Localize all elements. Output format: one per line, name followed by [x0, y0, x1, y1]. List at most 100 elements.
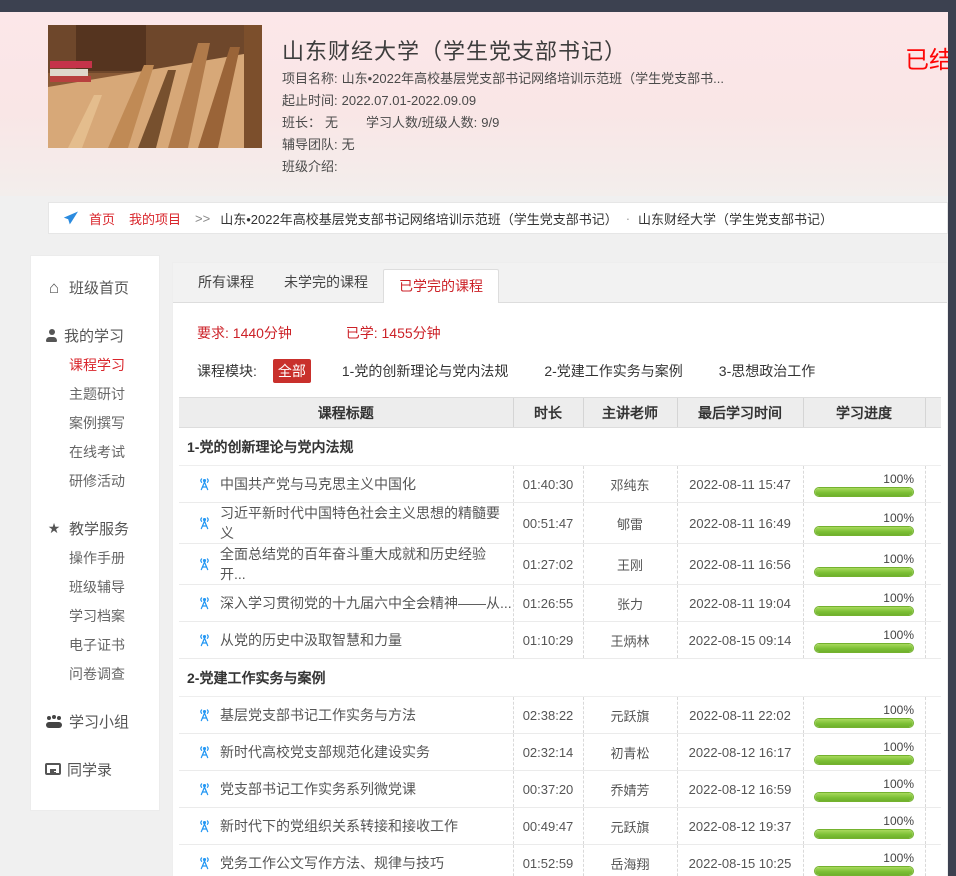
- course-tab[interactable]: 已学完的课程: [383, 269, 499, 303]
- info-value: 山东•2022年高校基层党支部书记网络培训示范班（学生党支部书...: [342, 71, 724, 86]
- course-teacher: 元跃旗: [610, 709, 649, 724]
- course-duration: 01:40:30: [523, 477, 574, 492]
- broadcast-tower-icon: [197, 744, 212, 760]
- sidebar-item[interactable]: 操作手册: [31, 543, 159, 572]
- last-study-time: 2022-08-11 16:56: [689, 557, 791, 572]
- sidebar-item[interactable]: 问卷调查: [31, 659, 159, 688]
- course-row: 新时代下的党组织关系转接和接收工作 00:49:47 元跃旗 2022-08-1…: [179, 808, 941, 845]
- progress-bar: [814, 829, 914, 839]
- course-duration: 00:37:20: [523, 782, 574, 797]
- module-option[interactable]: 2-党建工作实务与案例: [539, 359, 687, 383]
- course-title-link[interactable]: 新时代下的党组织关系转接和接收工作: [220, 816, 458, 836]
- progress-bar: [814, 526, 914, 536]
- progress-cell: 100%: [814, 628, 914, 653]
- course-title-link[interactable]: 习近平新时代中国特色社会主义思想的精髓要义: [220, 503, 513, 543]
- course-teacher: 岳海翔: [610, 857, 649, 872]
- sidebar-item[interactable]: 研修活动: [31, 466, 159, 495]
- course-duration: 00:51:47: [523, 516, 574, 531]
- progress-cell: 100%: [814, 511, 914, 536]
- sidebar-item-label: 教学服务: [69, 518, 129, 539]
- tab-label: 未学完的课程: [284, 274, 368, 290]
- window-top-bar: [0, 0, 956, 12]
- info-label: 项目名称:: [282, 71, 338, 86]
- sidebar-item[interactable]: 案例撰写: [31, 408, 159, 437]
- info-extra-label: 学习人数/班级人数:: [366, 115, 477, 130]
- course-duration: 02:32:14: [523, 745, 574, 760]
- broadcast-tower-icon: [197, 632, 212, 648]
- progress-cell: 100%: [814, 851, 914, 876]
- main-content-panel: 所有课程 未学完的课程 已学完的课程 要求: 1440分钟 已学: 1455分钟…: [172, 262, 948, 876]
- sidebar-item[interactable]: 学习档案: [31, 601, 159, 630]
- sidebar-item[interactable]: 教学服务: [31, 513, 159, 543]
- sidebar-item[interactable]: 课程学习: [31, 350, 159, 379]
- class-header: 山东财经大学（学生党支部书记） 项目名称: 山东•2022年高校基层党支部书记网络…: [0, 12, 956, 196]
- last-study-time: 2022-08-11 15:47: [689, 477, 791, 492]
- group-icon: [45, 715, 63, 728]
- course-teacher: 王炳林: [610, 634, 649, 649]
- module-section-row: 2-党建工作实务与案例: [179, 659, 941, 697]
- progress-percent-label: 100%: [814, 740, 914, 754]
- required-minutes-label: 要求:: [197, 325, 229, 341]
- progress-bar-fill: [815, 644, 913, 652]
- sidebar-item[interactable]: 电子证书: [31, 630, 159, 659]
- course-title-link[interactable]: 全面总结党的百年奋斗重大成就和历史经验 开...: [220, 544, 513, 584]
- course-title-link[interactable]: 基层党支部书记工作实务与方法: [220, 705, 416, 725]
- progress-percent-label: 100%: [814, 851, 914, 865]
- progress-percent-label: 100%: [814, 591, 914, 605]
- tab-label: 已学完的课程: [399, 278, 483, 294]
- user-icon: [45, 329, 58, 342]
- sidebar-item[interactable]: 同学录: [31, 754, 159, 784]
- last-study-time: 2022-08-12 16:17: [689, 745, 792, 760]
- sidebar-item[interactable]: 我的学习: [31, 320, 159, 350]
- last-study-time: 2022-08-12 16:59: [689, 782, 792, 797]
- app-window: 山东财经大学（学生党支部书记） 项目名称: 山东•2022年高校基层党支部书记网络…: [0, 0, 956, 876]
- progress-cell: 100%: [814, 591, 914, 616]
- course-duration: 01:10:29: [523, 633, 574, 648]
- course-tab[interactable]: 所有课程: [183, 263, 269, 302]
- progress-bar-fill: [815, 867, 913, 875]
- course-row: 深入学习贯彻党的十九届六中全会精神——从... 01:26:55 张力 2022…: [179, 585, 941, 622]
- info-value: 2022.07.01-2022.09.09: [342, 93, 476, 108]
- course-tab[interactable]: 未学完的课程: [269, 263, 383, 302]
- sidebar: 班级首页 我的学习 课程学习 主题研讨 案例撰写 在线考试 研修活动 教学服务 …: [30, 255, 160, 811]
- breadcrumb: 首页 我的项目 >> 山东•2022年高校基层党支部书记网络培训示范班（学生党支…: [48, 202, 948, 234]
- progress-bar-fill: [815, 756, 913, 764]
- module-option[interactable]: 1-党的创新理论与党内法规: [337, 359, 513, 383]
- sidebar-item-label: 班级辅导: [69, 577, 125, 597]
- sidebar-item-label: 同学录: [67, 759, 112, 780]
- progress-bar: [814, 866, 914, 876]
- sidebar-item[interactable]: 在线考试: [31, 437, 159, 466]
- course-title-link[interactable]: 从党的历史中汲取智慧和力量: [220, 630, 402, 650]
- sidebar-item-label: 操作手册: [69, 548, 125, 568]
- course-title-link[interactable]: 新时代高校党支部规范化建设实务: [220, 742, 430, 762]
- sidebar-item-label: 我的学习: [64, 325, 124, 346]
- star-icon: [45, 520, 63, 537]
- tab-label: 所有课程: [198, 274, 254, 290]
- course-title-link[interactable]: 党支部书记工作实务系列微党课: [220, 779, 416, 799]
- course-row: 全面总结党的百年奋斗重大成就和历史经验 开... 01:27:02 王刚 202…: [179, 544, 941, 585]
- course-cover-image: [48, 25, 262, 148]
- module-option[interactable]: 全部: [273, 359, 311, 383]
- course-duration: 02:38:22: [523, 708, 574, 723]
- progress-bar-fill: [815, 830, 913, 838]
- course-title-link[interactable]: 中国共产党与马克思主义中国化: [220, 474, 416, 494]
- status-badge: 已结: [905, 40, 953, 75]
- course-teacher: 郇雷: [617, 517, 643, 532]
- breadcrumb-trail-project: 山东•2022年高校基层党支部书记网络培训示范班（学生党支部书记）: [220, 209, 617, 228]
- required-minutes-value: 1440分钟: [233, 325, 292, 341]
- table-column-header: 最后学习时间: [677, 398, 803, 428]
- module-option[interactable]: 3-思想政治工作: [714, 359, 820, 383]
- sidebar-item[interactable]: 学习小组: [31, 706, 159, 736]
- page-title: 山东财经大学（学生党支部书记）: [282, 34, 627, 66]
- course-row: 党务工作公文写作方法、规律与技巧 01:52:59 岳海翔 2022-08-15…: [179, 845, 941, 876]
- breadcrumb-link-my-projects[interactable]: 我的项目: [129, 209, 181, 228]
- breadcrumb-link-home[interactable]: 首页: [89, 209, 115, 228]
- sidebar-item[interactable]: 班级首页: [31, 272, 159, 302]
- course-teacher: 邓纯东: [610, 478, 649, 493]
- course-title-link[interactable]: 党务工作公文写作方法、规律与技巧: [220, 853, 444, 873]
- sidebar-item[interactable]: 主题研讨: [31, 379, 159, 408]
- learned-minutes-value: 1455分钟: [382, 325, 441, 341]
- module-filter: 课程模块: 全部1-党的创新理论与党内法规2-党建工作实务与案例3-思想政治工作: [173, 343, 947, 397]
- course-title-link[interactable]: 深入学习贯彻党的十九届六中全会精神——从...: [220, 593, 512, 613]
- sidebar-item[interactable]: 班级辅导: [31, 572, 159, 601]
